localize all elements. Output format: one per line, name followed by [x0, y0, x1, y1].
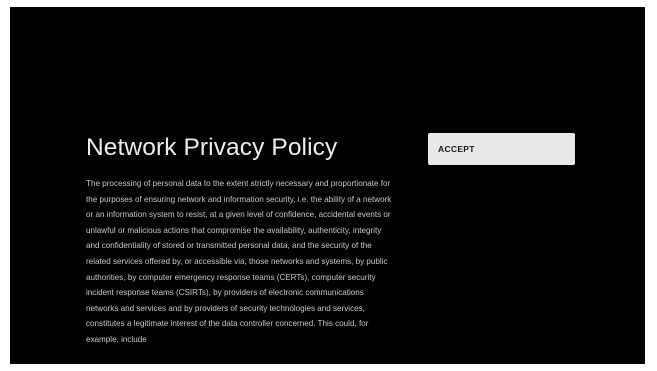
tv-screen: Network Privacy Policy The processing of… — [10, 7, 645, 364]
accept-button[interactable]: ACCEPT — [428, 133, 575, 165]
page-title: Network Privacy Policy — [86, 134, 338, 161]
policy-body-text[interactable]: The processing of personal data to the e… — [86, 176, 394, 348]
policy-content: Network Privacy Policy The processing of… — [86, 133, 396, 348]
